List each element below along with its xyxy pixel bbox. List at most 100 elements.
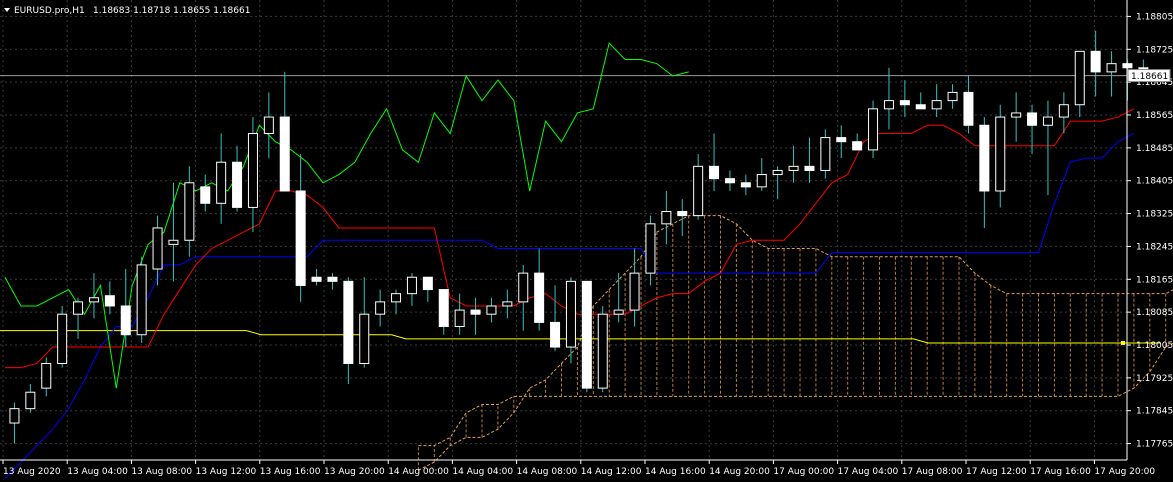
candle-body	[375, 301, 386, 315]
candle-body	[438, 289, 449, 328]
candle-body	[422, 276, 433, 291]
x-tick-label: 17 Aug 04:00	[838, 467, 899, 477]
candle-body	[247, 132, 258, 208]
candle-body	[41, 362, 52, 389]
y-tick-label: 1.18005	[1136, 341, 1173, 351]
chart-title: EURUSD.pro,H1 1.18683 1.18718 1.18655 1.…	[4, 6, 250, 16]
y-tick-label: 1.18725	[1136, 45, 1173, 55]
y-tick-label: 1.18165	[1136, 275, 1173, 285]
x-tick-label: 14 Aug 16:00	[645, 467, 706, 477]
current-price-text: 1.18661	[1131, 72, 1168, 82]
price-chart[interactable]: 1.188051.187251.186451.185651.184851.184…	[0, 0, 1173, 482]
candle-body	[359, 313, 370, 364]
x-tick-label: 17 Aug 08:00	[902, 467, 963, 477]
candle-body	[883, 100, 894, 110]
candle-body	[486, 305, 497, 315]
candle-body	[836, 137, 847, 143]
candle-body	[995, 116, 1006, 192]
candle-body	[1058, 104, 1069, 118]
candle-body	[470, 309, 481, 315]
x-tick-label: 17 Aug 20:00	[1094, 467, 1155, 477]
y-tick-label: 1.18565	[1136, 111, 1173, 121]
candle-body	[73, 301, 84, 315]
x-tick-label: 13 Aug 2020	[3, 467, 61, 477]
x-tick-label: 13 Aug 16:00	[260, 467, 321, 477]
candle-body	[88, 297, 99, 303]
candles	[9, 30, 1149, 444]
candle-body	[152, 227, 163, 270]
candle-body	[406, 276, 417, 295]
candle-body	[1011, 112, 1022, 118]
symbol-label: EURUSD.pro,H1	[14, 6, 85, 16]
candle-body	[9, 408, 20, 424]
candle-body	[550, 321, 561, 348]
candle-body	[1074, 50, 1085, 106]
candle-body	[677, 211, 688, 217]
candle-body	[1106, 63, 1117, 73]
candle-body	[343, 280, 354, 364]
candle-body	[597, 313, 608, 389]
ma-marker	[1121, 340, 1125, 345]
candle-body	[200, 186, 211, 204]
candle-body	[263, 116, 274, 134]
candle-body	[168, 239, 179, 245]
x-tick-label: 14 Aug 20:00	[709, 467, 770, 477]
candle-body	[613, 309, 624, 315]
candle-body	[852, 141, 863, 151]
candle-body	[104, 295, 115, 307]
x-tick-label: 13 Aug 12:00	[196, 467, 257, 477]
candle-body	[709, 165, 720, 180]
candle-body	[391, 293, 402, 303]
y-tick-label: 1.17925	[1136, 374, 1173, 384]
candle-body	[788, 165, 799, 171]
grid	[0, 0, 1127, 460]
ohlc-label: 1.18683 1.18718 1.18655 1.18661	[93, 6, 250, 16]
x-tick-label: 14 Aug 12:00	[581, 467, 642, 477]
candle-body	[868, 108, 879, 151]
candle-body	[899, 100, 910, 106]
x-tick-label: 14 Aug 08:00	[517, 467, 578, 477]
x-tick-label: 13 Aug 20:00	[324, 467, 385, 477]
candle-body	[756, 174, 767, 188]
candle-body	[661, 211, 672, 225]
y-tick-label: 1.18085	[1136, 308, 1173, 318]
chart-window[interactable]: 1.18805 1.18725 1.18645 1.18565 1.18485 1.184…	[0, 0, 1173, 482]
candle-body	[693, 165, 704, 217]
candle-body	[25, 391, 36, 410]
candle-body	[216, 161, 227, 204]
candle-body	[740, 182, 751, 188]
candle-body	[1042, 116, 1053, 126]
x-tick-label: 17 Aug 16:00	[1030, 467, 1091, 477]
candle-body	[184, 182, 195, 241]
y-tick-label: 1.17845	[1136, 407, 1173, 417]
candle-body	[645, 223, 656, 274]
axes: 1.188051.187251.186451.185651.184851.184…	[0, 0, 1173, 477]
candle-body	[629, 272, 640, 311]
y-tick-label: 1.18325	[1136, 210, 1173, 220]
x-tick-label: 13 Aug 04:00	[67, 467, 128, 477]
x-tick-label: 17 Aug 00:00	[773, 467, 834, 477]
candle-body	[963, 91, 974, 126]
candle-body	[327, 276, 338, 282]
candle-body	[931, 100, 942, 110]
candle-body	[565, 280, 576, 348]
ma-line	[0, 330, 1160, 344]
candle-body	[502, 301, 513, 307]
candle-body	[772, 169, 783, 176]
x-tick-label: 13 Aug 08:00	[131, 467, 192, 477]
candle-body	[979, 124, 990, 192]
candle-body	[1090, 50, 1101, 73]
x-tick-label: 14 Aug 00:00	[388, 467, 449, 477]
candle-body	[915, 104, 926, 110]
candle-body	[311, 276, 322, 282]
candle-body	[232, 161, 243, 208]
candle-body	[295, 190, 306, 286]
title-dropdown-icon[interactable]	[4, 8, 10, 12]
moving-average	[0, 330, 1160, 345]
candle-body	[947, 91, 958, 102]
candle-body	[57, 313, 68, 364]
candle-body	[279, 116, 290, 192]
candle-body	[120, 305, 131, 336]
candle-body	[581, 280, 592, 389]
y-tick-label: 1.18405	[1136, 177, 1173, 187]
